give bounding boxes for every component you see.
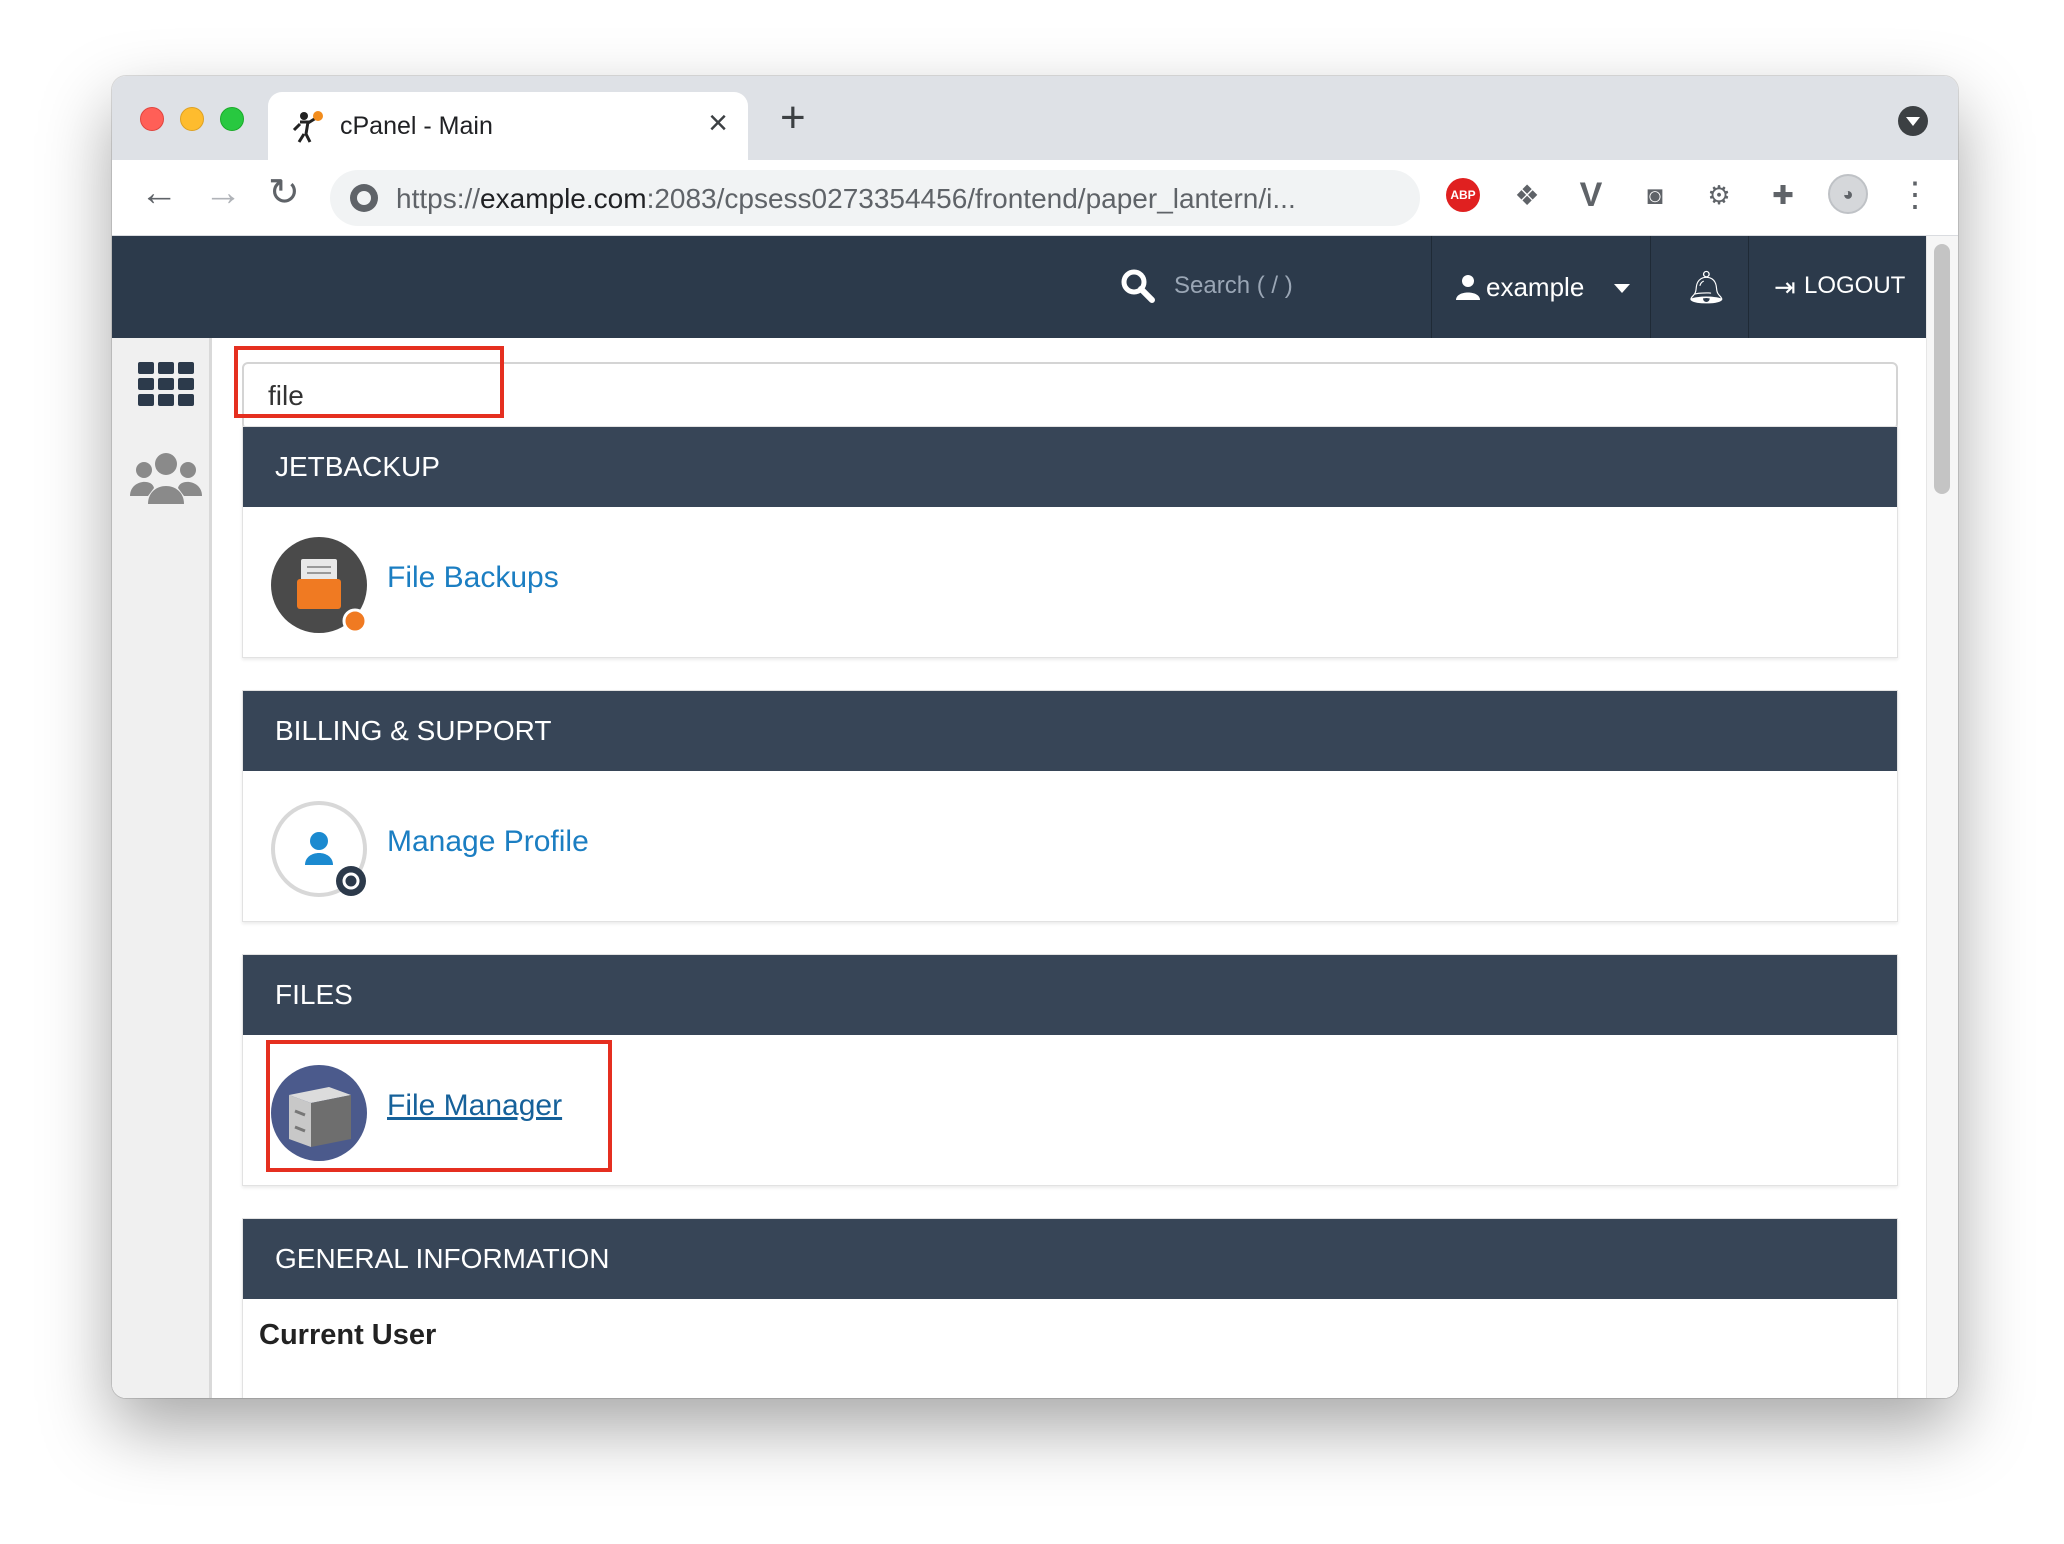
cpanel-header: Search ( / ) example 🔔︎ ⇥ LOGOUT [112, 236, 1926, 338]
file-backups-icon[interactable] [271, 537, 369, 635]
adblock-plus-icon[interactable]: ABP [1446, 178, 1480, 212]
user-menu[interactable]: example [1486, 272, 1584, 303]
manage-profile-link[interactable]: Manage Profile [387, 825, 589, 859]
section-title[interactable]: GENERAL INFORMATION [243, 1219, 1897, 1299]
scrollbar-thumb[interactable] [1934, 244, 1950, 494]
site-info-icon[interactable] [350, 184, 378, 212]
section-files: FILES File Manager [242, 954, 1898, 1186]
bell-icon[interactable]: 🔔︎ [1686, 268, 1727, 306]
profile-avatar-icon[interactable]: ◕ [1828, 174, 1868, 214]
manage-profile-icon[interactable] [271, 801, 369, 899]
back-arrow-icon[interactable]: ← [140, 174, 178, 212]
browser-window: cPanel - Main × + ← → ↻ https://example.… [112, 76, 1958, 1398]
url-scheme: https:// [396, 183, 481, 214]
user-icon [1456, 275, 1480, 300]
header-divider [1431, 236, 1432, 338]
close-window-button[interactable] [140, 107, 164, 131]
minimize-window-button[interactable] [180, 107, 204, 131]
cpanel-favicon-icon [292, 111, 323, 143]
tab-search-button[interactable] [1898, 106, 1928, 136]
section-jetbackup: JETBACKUP File Backups [242, 426, 1898, 658]
header-divider [1650, 236, 1651, 338]
tools-grid-icon[interactable] [138, 362, 194, 410]
file-manager-icon[interactable] [271, 1065, 369, 1163]
section-general-information: GENERAL INFORMATION Current User [242, 1218, 1898, 1398]
tab-strip: cPanel - Main × + [112, 76, 1958, 162]
url-host: example.com [480, 183, 647, 214]
new-tab-button[interactable]: + [780, 96, 806, 140]
cpanel-sidebar [112, 338, 212, 1398]
section-title[interactable]: JETBACKUP [243, 427, 1897, 507]
gear-extension-icon[interactable]: ⚙ [1702, 178, 1736, 212]
logout-button[interactable]: LOGOUT [1804, 272, 1905, 300]
section-title[interactable]: FILES [243, 955, 1897, 1035]
chevron-down-icon[interactable] [1614, 284, 1630, 293]
tab-cpanel-main[interactable]: cPanel - Main × [268, 92, 748, 162]
header-divider [1748, 236, 1749, 338]
search-icon[interactable] [1120, 268, 1156, 304]
section-billing-support: BILLING & SUPPORT Manage Profile [242, 690, 1898, 922]
current-user-label: Current User [259, 1319, 437, 1351]
section-body: File Backups [243, 507, 1897, 657]
file-manager-link[interactable]: File Manager [387, 1089, 562, 1123]
extensions-puzzle-icon[interactable]: ✚ [1766, 178, 1800, 212]
header-search-input[interactable]: Search ( / ) [1174, 272, 1293, 300]
tool-search-input[interactable] [242, 362, 1898, 430]
url-text[interactable]: https://example.com:2083/cpsess027335445… [396, 183, 1296, 215]
logout-icon[interactable]: ⇥ [1774, 272, 1796, 303]
section-body: Current User [243, 1299, 1897, 1398]
more-menu-icon[interactable]: ⋮ [1898, 176, 1932, 214]
section-title[interactable]: BILLING & SUPPORT [243, 691, 1897, 771]
reload-icon[interactable]: ↻ [268, 174, 300, 212]
browser-toolbar: ← → ↻ https://example.com:2083/cpsess027… [112, 160, 1958, 236]
tab-title: cPanel - Main [340, 112, 493, 140]
tab-close-icon[interactable]: × [708, 106, 728, 140]
users-icon[interactable] [130, 452, 202, 504]
page-scrollbar[interactable] [1926, 236, 1958, 1398]
file-backups-link[interactable]: File Backups [387, 561, 559, 595]
cpanel-page: Search ( / ) example 🔔︎ ⇥ LOGOUT file JE… [112, 236, 1958, 1398]
vue-devtools-icon[interactable]: V [1574, 176, 1608, 214]
address-bar[interactable]: https://example.com:2083/cpsess027335445… [330, 170, 1420, 226]
dropbox-icon[interactable]: ❖ [1510, 178, 1544, 212]
url-path: :2083/cpsess0273354456/frontend/paper_la… [646, 183, 1296, 214]
camera-icon[interactable]: ◙ [1638, 178, 1672, 212]
section-body: Manage Profile [243, 771, 1897, 921]
forward-arrow-icon[interactable]: → [204, 174, 242, 212]
section-body: File Manager [243, 1035, 1897, 1185]
maximize-window-button[interactable] [220, 107, 244, 131]
